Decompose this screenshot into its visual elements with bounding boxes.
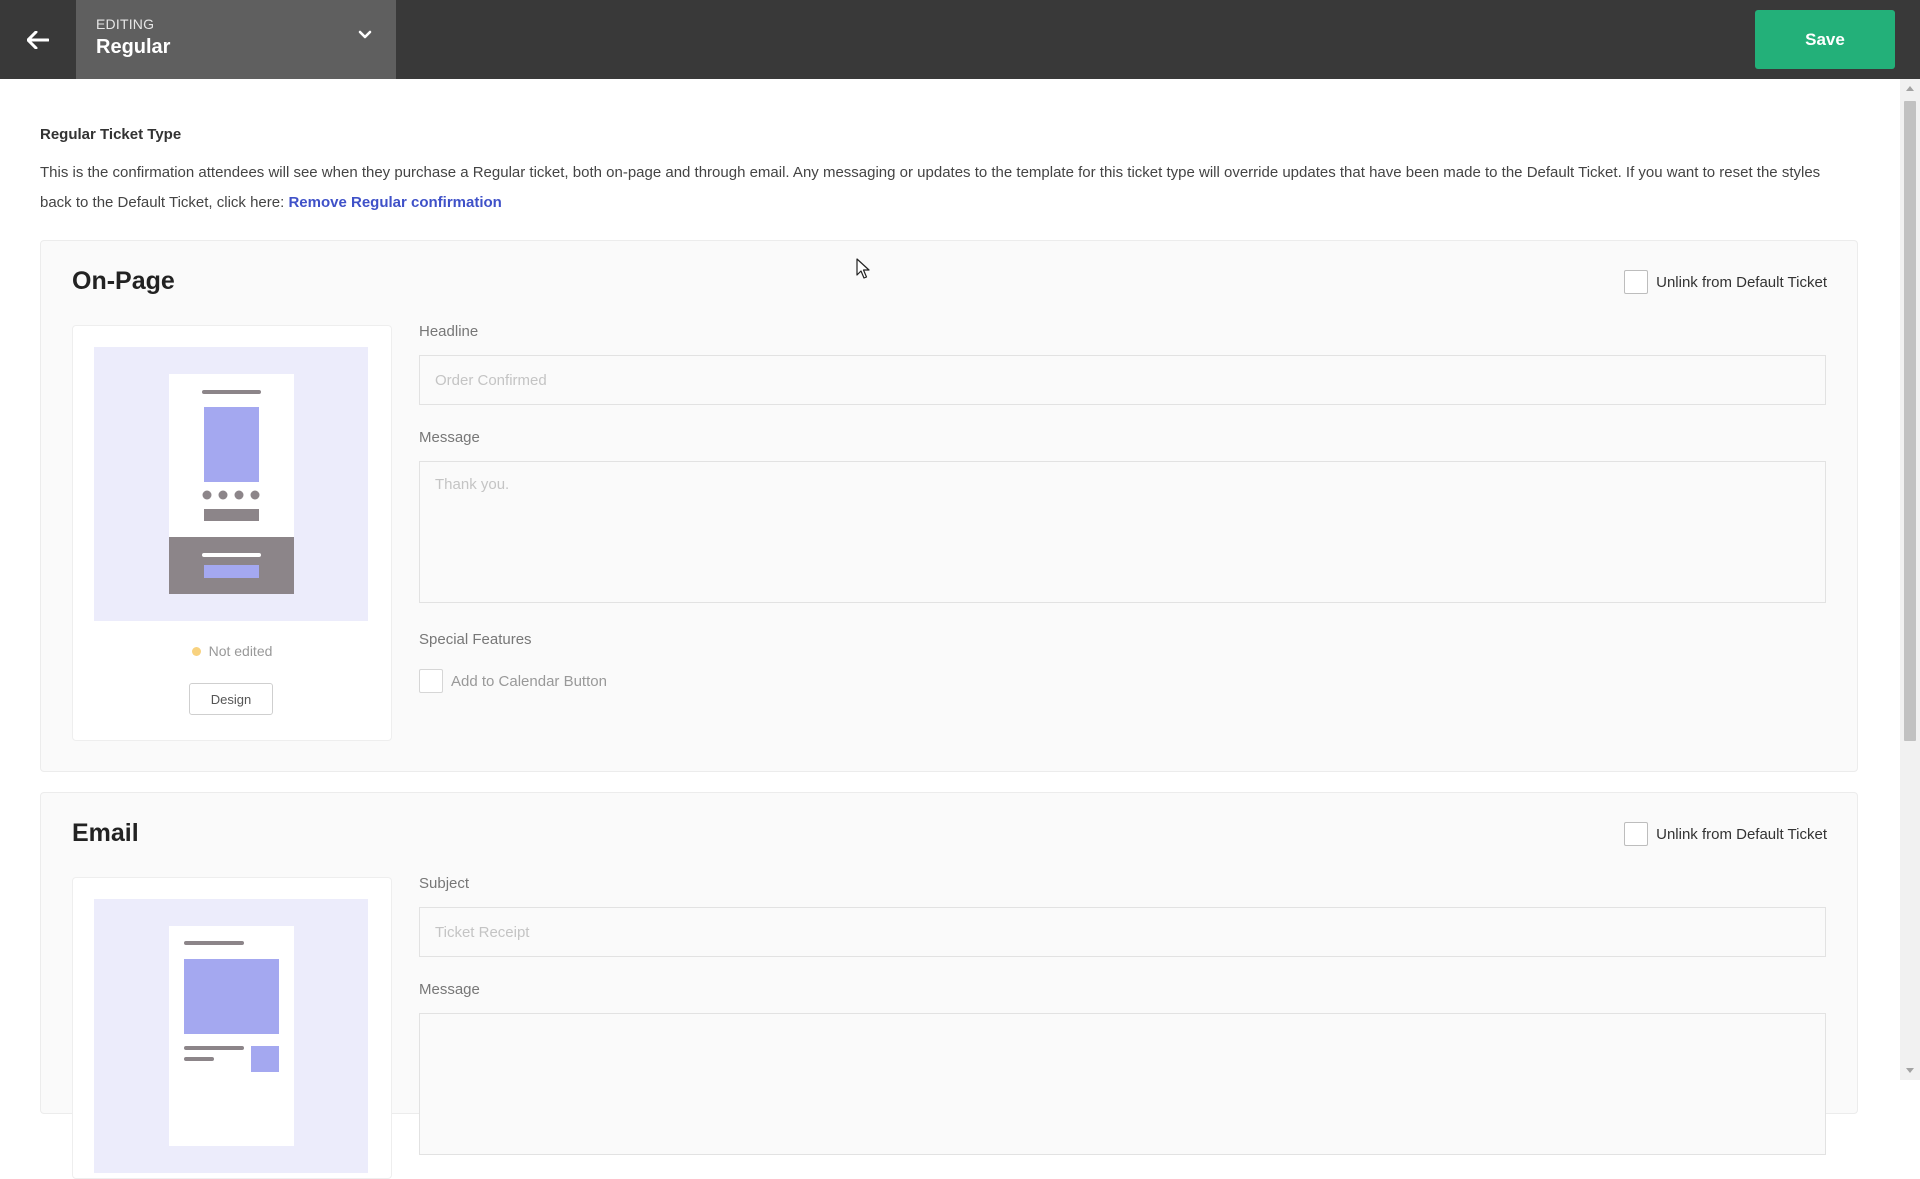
- on-page-design-button[interactable]: Design: [189, 683, 273, 715]
- on-page-section: On-Page Unlink from Default Ticket Not e…: [40, 240, 1858, 772]
- arrow-left-icon: [27, 30, 49, 49]
- chevron-down-icon: [358, 30, 372, 39]
- add-to-calendar-checkbox[interactable]: [419, 669, 443, 693]
- on-page-preview-thumbnail: [94, 347, 368, 621]
- scrollbar[interactable]: [1900, 79, 1920, 1080]
- scroll-down-icon[interactable]: [1905, 1067, 1915, 1075]
- special-features-label: Special Features: [419, 631, 532, 648]
- email-unlink-checkbox[interactable]: [1624, 822, 1649, 846]
- email-unlink-toggle[interactable]: Unlink from Default Ticket: [1624, 822, 1827, 846]
- scroll-up-icon[interactable]: [1905, 84, 1915, 92]
- headline-label: Headline: [419, 323, 479, 340]
- scroll-thumb[interactable]: [1904, 101, 1916, 741]
- add-to-calendar-option[interactable]: Add to Calendar Button: [419, 669, 607, 693]
- on-page-unlink-checkbox[interactable]: [1624, 270, 1649, 294]
- page-heading: Regular Ticket Type: [40, 126, 182, 143]
- email-template-illustration: [169, 926, 294, 1146]
- email-preview-thumbnail: [94, 899, 368, 1173]
- email-message-textarea[interactable]: [419, 1013, 1826, 1155]
- top-bar: EDITING Regular Save: [0, 0, 1920, 79]
- subject-label: Subject: [419, 875, 470, 892]
- remove-confirmation-link[interactable]: Remove Regular confirmation: [288, 194, 501, 211]
- mouse-pointer-icon: [856, 258, 870, 279]
- subject-input[interactable]: [419, 907, 1826, 957]
- on-page-status-text: Not edited: [208, 643, 273, 659]
- on-page-status: Not edited: [73, 643, 391, 659]
- ticket-type-dropdown[interactable]: EDITING Regular: [76, 0, 396, 79]
- on-page-message-textarea[interactable]: [419, 461, 1826, 603]
- back-button[interactable]: [0, 0, 76, 79]
- status-dot: [191, 646, 201, 656]
- on-page-preview-card: Not edited Design: [72, 325, 392, 741]
- on-page-title: On-Page: [72, 267, 175, 295]
- on-page-message-label: Message: [419, 429, 480, 446]
- ticket-type-name: Regular: [96, 36, 171, 58]
- on-page-unlink-label: Unlink from Default Ticket: [1656, 273, 1827, 291]
- add-to-calendar-label: Add to Calendar Button: [451, 672, 607, 690]
- save-button[interactable]: Save: [1755, 10, 1895, 69]
- email-preview-card: [72, 877, 392, 1179]
- email-message-label: Message: [419, 981, 480, 998]
- page-description: This is the confirmation attendees will …: [40, 158, 1850, 218]
- editing-label: EDITING: [96, 16, 155, 32]
- on-page-unlink-toggle[interactable]: Unlink from Default Ticket: [1624, 270, 1827, 294]
- on-page-template-illustration: [169, 374, 294, 594]
- email-section: Email Unlink from Default Ticket Subject…: [40, 792, 1858, 1179]
- email-title: Email: [72, 819, 139, 847]
- email-unlink-label: Unlink from Default Ticket: [1656, 825, 1827, 843]
- headline-input[interactable]: [419, 355, 1826, 405]
